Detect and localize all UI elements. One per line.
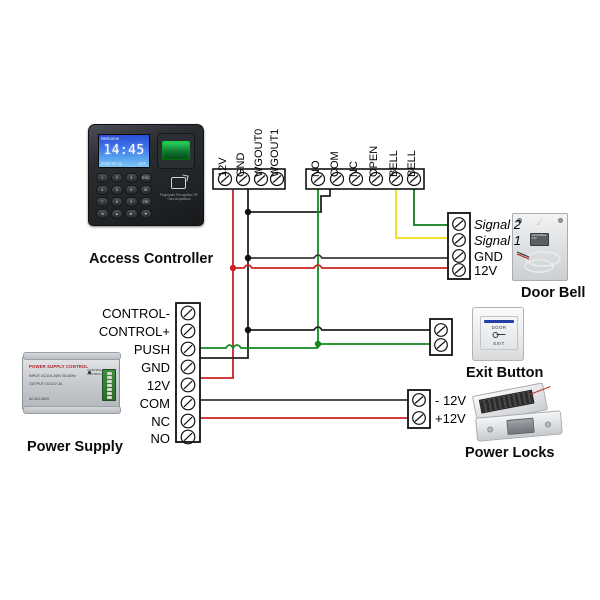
terminal-label-gnd-supply: GND [141,360,170,375]
keypad-key[interactable]: 7 [96,197,109,207]
terminal-label-gnd: GND [235,152,247,177]
terminal-label-control-plus: CONTROL+ [98,324,170,339]
exit-button-indicator-bar [484,320,514,323]
door-bell-chip-text: DOOR BELL 12V [532,234,547,240]
keypad-key[interactable]: 9 [125,197,138,207]
keypad-key[interactable]: 3 [125,173,138,183]
terminal-label-signal-2: Signal 2 [474,217,521,232]
keypad-key[interactable]: ◄ [96,209,109,219]
junction-dot [244,326,252,334]
controller-sensor-caption: Fingerprint Recognition RF Card Acquisit… [159,193,199,201]
wires [200,188,455,419]
door-bell-chip: DOOR BELL 12V [530,233,549,246]
door-bell-caption: Door Bell [521,285,586,301]
keypad-key[interactable]: OK [139,197,152,207]
controller-keypad: 1 2 3 ESC 4 5 6 M 7 8 9 OK ◄ ▲ ► ▼ [96,173,152,219]
terminal-label-12v: 12V [217,157,229,177]
keypad-key[interactable]: ESC [139,173,152,183]
exit-button-device[interactable]: DOOR EXIT [472,307,524,361]
lcd-time: 14:45 [103,143,145,158]
terminal-label-wgout0: WGOUT0 [253,128,265,177]
keypad-key[interactable]: ▼ [139,209,152,219]
door-bell-wire-loops [516,251,561,273]
lcd-date: 2009-04-11 [101,161,123,166]
wire-bell-signal1 [395,188,455,239]
terminal-label-bell-2: BELL [406,150,418,177]
terminal-label-no-supply: NO [150,431,171,446]
keypad-key[interactable]: 5 [110,185,123,195]
junction-dot [244,254,252,262]
magnetic-lock-core [478,389,535,414]
wire-12v-to-supply [200,375,234,379]
terminal-label-control-minus: CONTROL- [102,306,170,321]
terminal-label-lock-minus-12v: - 12V [435,393,467,408]
wire-bell-gnd [248,254,455,259]
wire-gnd-vertical [200,188,249,359]
terminal-label-no: NO [310,160,322,178]
strike-lock-slot [506,417,535,436]
terminal-label-push: PUSH [133,342,170,357]
wiring-diagram-page: Welcome 14:45 2009-04-11 SAT Fingerprint… [0,0,600,600]
power-supply-label-input: INPUT: AC110-260V 50-60Hz [29,374,77,378]
screw-icon [558,218,563,223]
terminal-label-com-supply: COM [139,396,170,411]
terminal-label-open: OPEN [368,145,380,177]
keypad-key[interactable]: 4 [96,185,109,195]
bell-icon: ☄ [536,220,544,227]
terminal-block-door-bell[interactable] [447,212,471,280]
keypad-key[interactable]: 1 [96,173,109,183]
terminal-label-nc-supply: NC [151,414,170,429]
power-locks-caption: Power Locks [465,445,555,461]
terminal-label-nc: NC [348,161,360,177]
terminal-block-power-lock[interactable] [407,389,431,429]
terminal-label-lock-plus-12v: +12V [435,411,466,426]
lcd-welcome-text: Welcome [101,136,120,141]
screw-hole-icon [544,421,552,428]
junction-dot [244,208,252,216]
exit-button-plate[interactable]: DOOR EXIT [480,316,518,350]
exit-button-top-text: DOOR [491,325,507,330]
wiring-layer [175,168,471,445]
rfid-card-icon [171,177,186,189]
power-supply-label-ac: AC110-260V [29,397,50,401]
terminal-label-signal-1: Signal 1 [474,233,521,248]
junction-dot [229,264,237,272]
keypad-key[interactable]: 8 [110,197,123,207]
exit-button-caption: Exit Button [466,365,544,381]
wire-push-green [200,344,318,350]
terminal-label-gnd-bell: GND [474,249,503,264]
terminal-label-wgout1: WGOUT1 [269,128,281,177]
wire-exit-gnd [248,326,437,331]
fingerprint-reader [157,133,195,169]
screw-hole-icon [486,426,494,433]
lcd-day: SAT [138,161,146,166]
exit-button-bottom-text: EXIT [493,341,505,346]
keypad-key[interactable]: ▲ [110,209,123,219]
access-controller-caption: Access Controller [89,251,214,267]
terminal-label-12v-supply: 12V [146,378,170,393]
controller-lcd-screen: Welcome 14:45 2009-04-11 SAT [98,134,150,168]
terminal-label-com: COM [329,151,341,177]
keypad-key[interactable]: M [139,185,152,195]
terminal-label-12v-bell: 12V [474,263,498,278]
terminal-block-exit-button[interactable] [429,318,453,356]
key-icon [492,332,506,338]
terminal-block-power-supply[interactable] [175,302,201,445]
power-supply-label-output: OUTPUT: DC12V 3A [29,382,63,386]
wire-bell-12v [233,264,455,269]
keypad-key[interactable]: ► [125,209,138,219]
keypad-key[interactable]: 6 [125,185,138,195]
access-controller-device: Welcome 14:45 2009-04-11 SAT Fingerprint… [88,124,204,226]
fingerprint-sensor-icon [162,141,190,160]
keypad-key[interactable]: 2 [110,173,123,183]
junction-dot [314,340,322,348]
terminal-label-bell-1: BELL [388,150,400,177]
